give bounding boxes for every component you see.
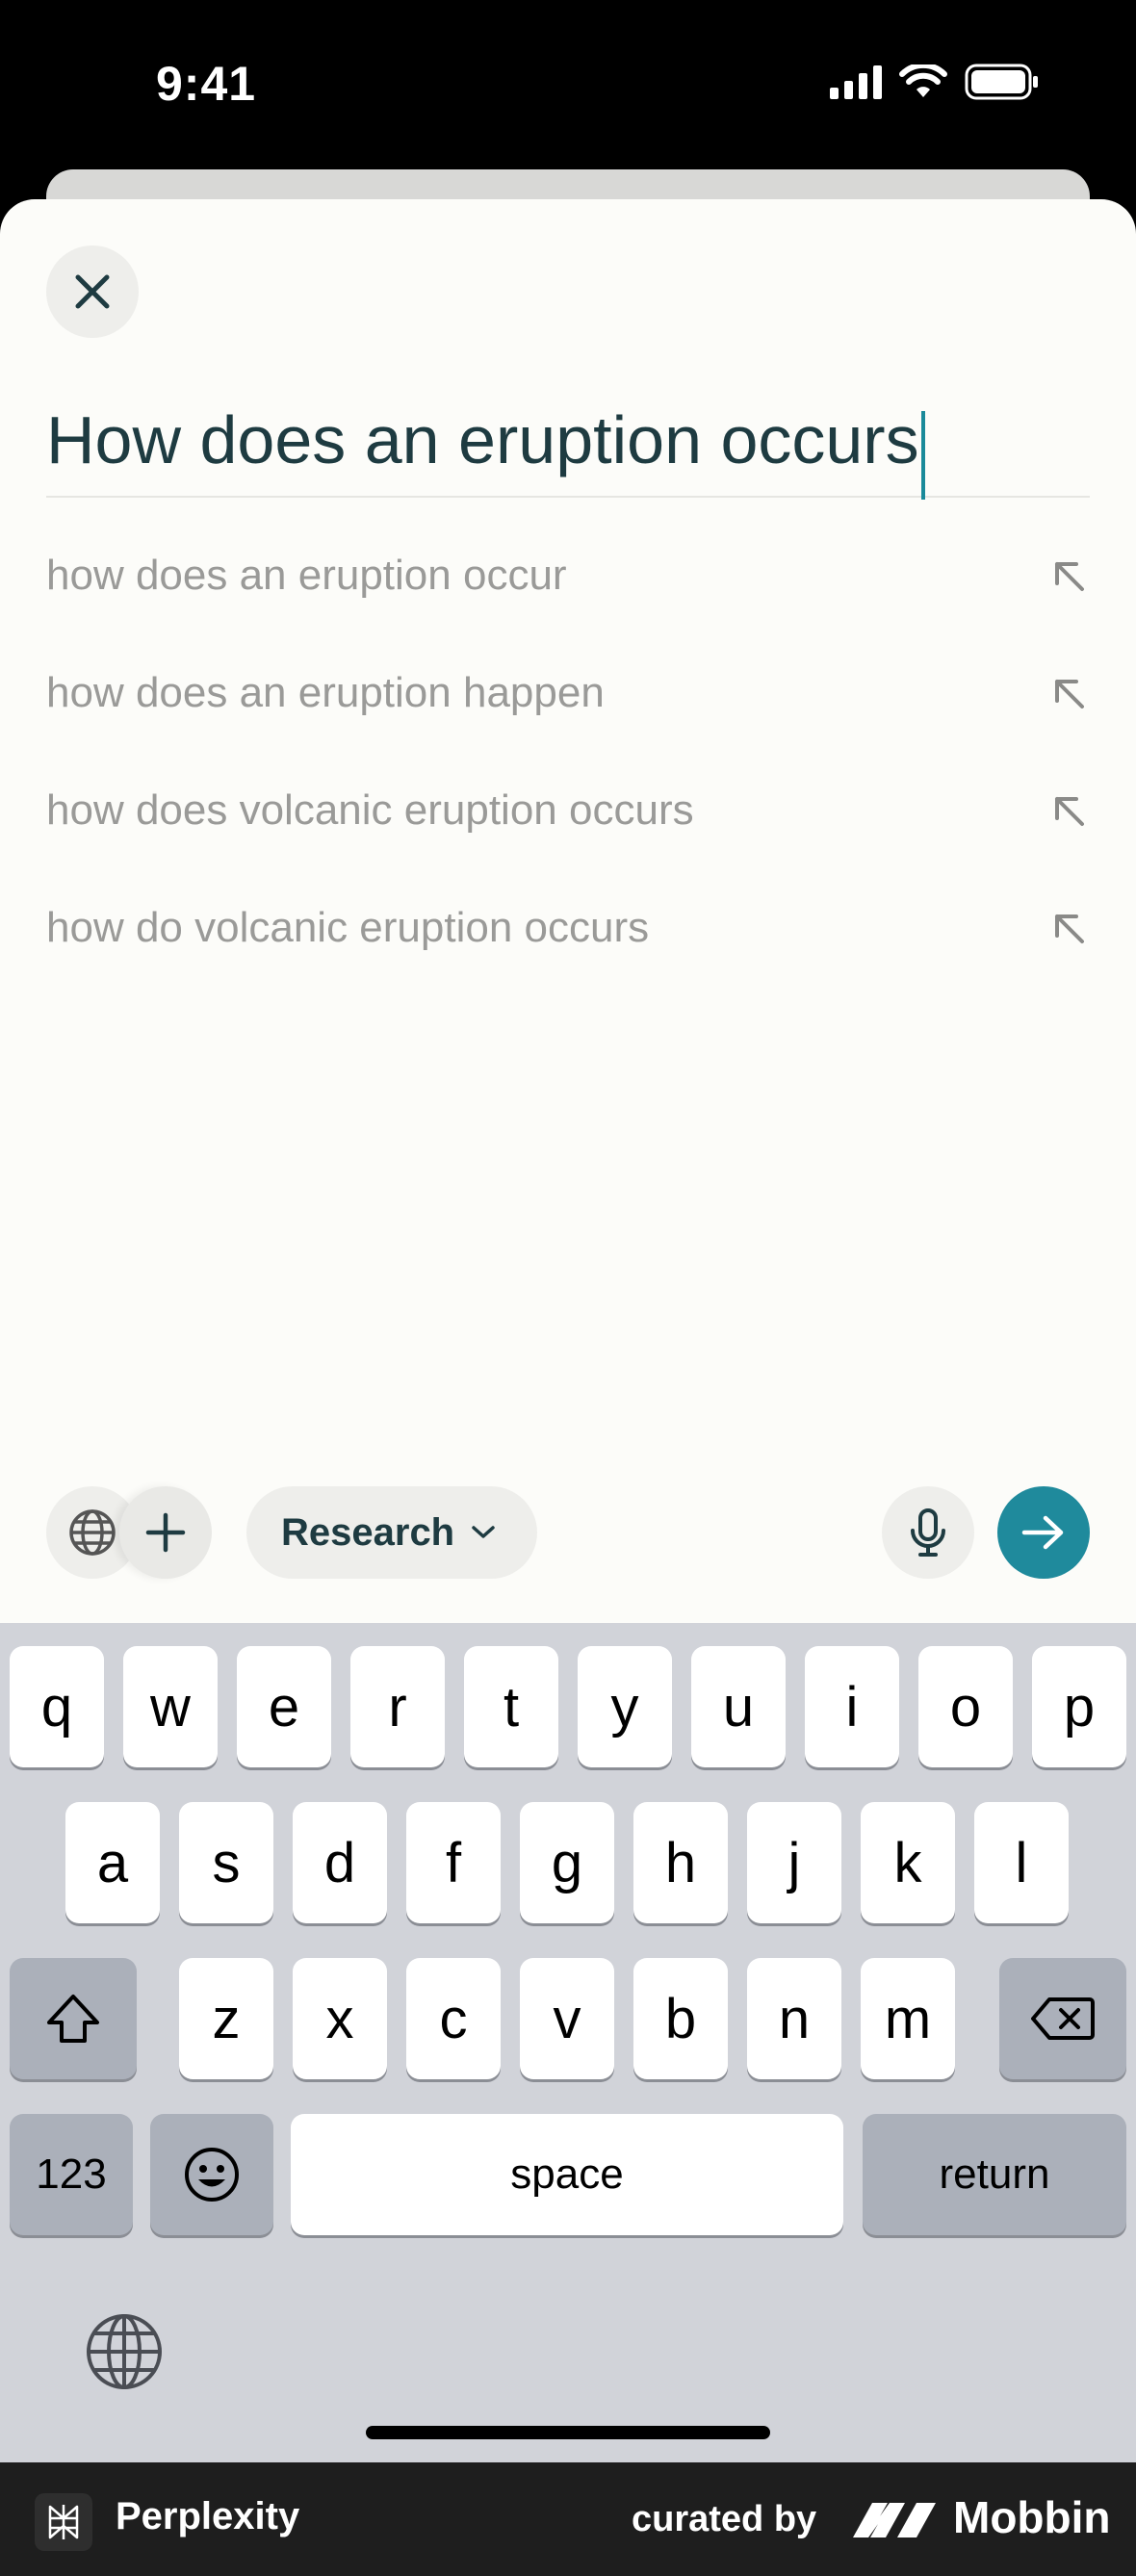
mode-label: Research (281, 1510, 455, 1554)
arrow-up-left-icon[interactable] (1047, 672, 1090, 714)
footer-app-name: Perplexity (116, 2495, 300, 2537)
footer-curated-by: curated by (632, 2499, 817, 2539)
key-k[interactable]: k (861, 1802, 955, 1923)
status-time: 9:41 (156, 57, 257, 111)
keyboard-language-button[interactable] (81, 2308, 168, 2395)
globe-icon (69, 1509, 116, 1556)
key-o[interactable]: o (918, 1646, 1013, 1767)
backspace-icon (1031, 1997, 1095, 2040)
attach-button[interactable] (119, 1486, 212, 1579)
key-d[interactable]: d (293, 1802, 387, 1923)
emoji-icon (185, 2148, 239, 2202)
backspace-key[interactable] (999, 1958, 1126, 2079)
mobbin-logo-icon (853, 2503, 936, 2537)
key-r[interactable]: r (350, 1646, 445, 1767)
key-m[interactable]: m (861, 1958, 955, 2079)
home-indicator[interactable] (366, 2426, 770, 2439)
arrow-up-left-icon[interactable] (1047, 789, 1090, 832)
key-i[interactable]: i (805, 1646, 899, 1767)
voice-input-button[interactable] (882, 1486, 974, 1579)
key-f[interactable]: f (406, 1802, 501, 1923)
suggestion-label: how does an eruption happen (46, 669, 605, 716)
arrow-up-left-icon[interactable] (1047, 907, 1090, 949)
emoji-key[interactable] (150, 2114, 273, 2235)
footer-brand: Mobbin (953, 2492, 1111, 2542)
suggestion-label: how does volcanic eruption occurs (46, 786, 694, 834)
key-t[interactable]: t (464, 1646, 558, 1767)
suggestion-item[interactable]: how does an eruption occur (46, 517, 1090, 634)
numbers-key-label: 123 (36, 2151, 107, 2198)
shift-icon (47, 1995, 99, 2043)
composer-toolbar: Research (0, 1480, 1136, 1585)
shift-key[interactable] (10, 1958, 137, 2079)
attribution-footer: Perplexity curated by Mobbin (0, 2462, 1136, 2576)
key-j[interactable]: j (747, 1802, 841, 1923)
key-s[interactable]: s (179, 1802, 273, 1923)
return-key[interactable]: return (863, 2114, 1126, 2235)
numbers-key[interactable]: 123 (10, 2114, 133, 2235)
search-input[interactable]: How does an eruption occurs (46, 382, 1090, 500)
search-query-text: How does an eruption occurs (46, 402, 919, 477)
key-y[interactable]: y (578, 1646, 672, 1767)
key-h[interactable]: h (633, 1802, 728, 1923)
key-l[interactable]: l (974, 1802, 1069, 1923)
close-icon (75, 274, 110, 309)
key-w[interactable]: w (123, 1646, 218, 1767)
key-q[interactable]: q (10, 1646, 104, 1767)
status-bar: 9:41 (0, 0, 1136, 168)
submit-button[interactable] (997, 1486, 1090, 1579)
key-x[interactable]: x (293, 1958, 387, 2079)
arrow-right-icon (1021, 1515, 1064, 1550)
key-p[interactable]: p (1032, 1646, 1126, 1767)
cellular-signal-icon (830, 64, 882, 99)
key-u[interactable]: u (691, 1646, 786, 1767)
key-g[interactable]: g (520, 1802, 614, 1923)
key-z[interactable]: z (179, 1958, 273, 2079)
arrow-up-left-icon[interactable] (1047, 554, 1090, 597)
key-e[interactable]: e (237, 1646, 331, 1767)
suggestion-item[interactable]: how do volcanic eruption occurs (46, 869, 1090, 987)
return-key-label: return (939, 2151, 1050, 2198)
microphone-icon (911, 1508, 945, 1557)
battery-icon (965, 64, 1040, 100)
suggestion-item[interactable]: how does volcanic eruption occurs (46, 752, 1090, 869)
key-v[interactable]: v (520, 1958, 614, 2079)
status-icons (830, 64, 1040, 100)
wifi-icon (899, 64, 947, 99)
suggestion-list: how does an eruption occur how does an e… (46, 517, 1090, 987)
search-sheet: How does an eruption occurs how does an … (0, 199, 1136, 1624)
space-key-label: space (510, 2151, 624, 2198)
plus-icon (145, 1512, 186, 1553)
perplexity-logo-icon (35, 2493, 92, 2551)
suggestion-item[interactable]: how does an eruption happen (46, 634, 1090, 752)
globe-icon (87, 2314, 162, 2389)
on-screen-keyboard: q w e r t y u i o p a s d f g h j k l z … (0, 1623, 1136, 2462)
space-key[interactable]: space (291, 2114, 843, 2235)
key-a[interactable]: a (65, 1802, 160, 1923)
suggestion-label: how does an eruption occur (46, 552, 567, 599)
suggestion-label: how do volcanic eruption occurs (46, 904, 650, 951)
close-button[interactable] (46, 245, 139, 338)
key-n[interactable]: n (747, 1958, 841, 2079)
chevron-down-icon (472, 1526, 495, 1538)
text-caret (920, 410, 925, 500)
key-c[interactable]: c (406, 1958, 501, 2079)
key-b[interactable]: b (633, 1958, 728, 2079)
mode-selector[interactable]: Research (246, 1486, 537, 1579)
